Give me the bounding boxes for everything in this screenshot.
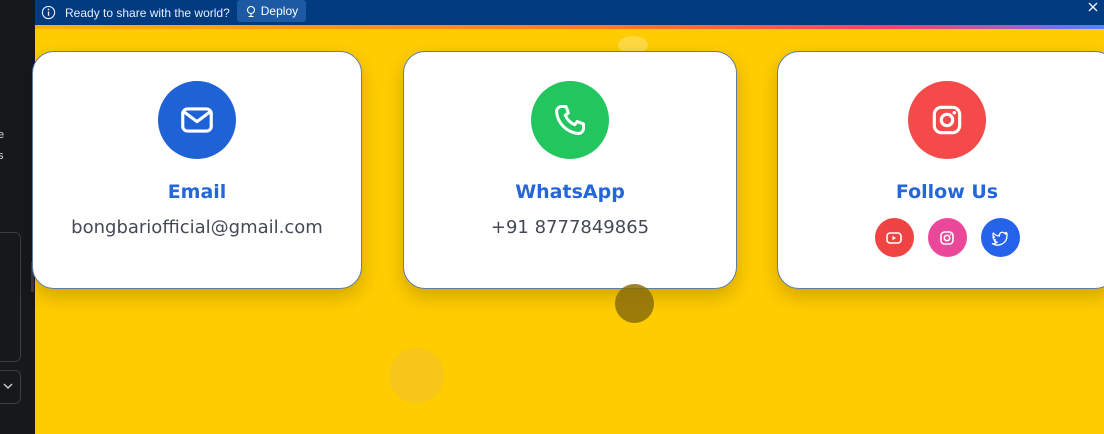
chevron-down-icon (3, 383, 13, 390)
sidebar-dropdown[interactable] (0, 370, 21, 404)
whatsapp-title: WhatsApp (515, 181, 625, 203)
decorative-bubble (389, 348, 444, 403)
deploy-button-label: Deploy (260, 3, 299, 18)
email-card: Email bongbariofficial@gmail.com (32, 51, 362, 289)
decorative-bubble (615, 284, 654, 323)
follow-us-card: Follow Us (777, 51, 1104, 289)
banner-message: Ready to share with the world? (65, 5, 230, 20)
whatsapp-card: WhatsApp +91 8777849865 (403, 51, 737, 289)
instagram-link[interactable] (927, 218, 967, 257)
instagram-icon (932, 105, 962, 135)
whatsapp-number[interactable]: +91 8777849865 (491, 217, 649, 238)
globe-icon (246, 5, 255, 17)
follow-icon-circle (908, 81, 986, 159)
sidebar-text-area[interactable] (0, 232, 21, 362)
whatsapp-icon-circle (531, 81, 609, 159)
youtube-link[interactable] (874, 218, 914, 257)
email-title: Email (167, 181, 227, 203)
youtube-icon (886, 231, 902, 244)
deploy-banner: Ready to share with the world? Deploy (35, 0, 1104, 25)
close-icon[interactable] (1086, 0, 1100, 14)
twitter-icon (991, 231, 1008, 246)
instagram-icon (940, 230, 954, 245)
phone-icon (555, 105, 585, 135)
follow-title: Follow Us (895, 181, 999, 203)
social-links (874, 218, 1020, 257)
email-address[interactable]: bongbariofficial@gmail.com (71, 217, 323, 238)
deploy-button[interactable]: Deploy (236, 0, 307, 22)
sidebar-text-fragment: s (0, 150, 4, 162)
twitter-link[interactable] (980, 218, 1020, 257)
mail-icon (181, 107, 213, 133)
banner-accent-line (35, 25, 1104, 29)
sidebar-text-fragment: e (0, 129, 5, 141)
email-icon-circle (158, 81, 236, 159)
editor-side-panel: e s (0, 0, 35, 434)
info-icon (41, 5, 56, 20)
